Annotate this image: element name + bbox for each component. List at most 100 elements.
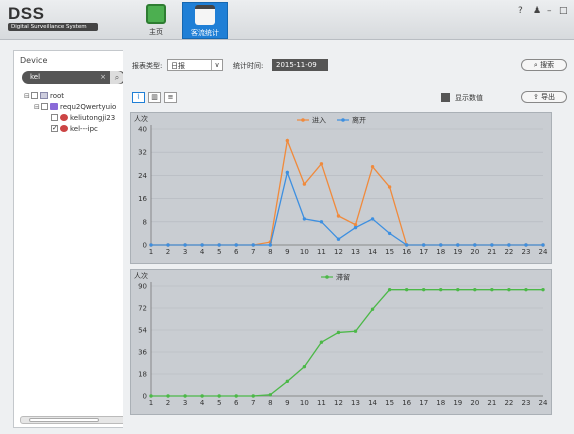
data-point xyxy=(490,243,494,247)
tab-people-counting[interactable]: 客流统计 xyxy=(182,2,228,39)
bar-chart-view-icon[interactable]: ▥ xyxy=(148,92,161,103)
report-type-select[interactable]: 日报 ∨ xyxy=(167,59,223,71)
tree-item-channel[interactable]: kel---ipc xyxy=(24,124,132,135)
data-point xyxy=(268,393,273,397)
help-icon[interactable]: ? xyxy=(518,6,523,16)
x-tick-label: 24 xyxy=(539,399,548,407)
x-tick-label: 12 xyxy=(334,399,343,407)
x-tick-label: 22 xyxy=(504,399,513,407)
data-point xyxy=(302,364,307,369)
people-counting-icon xyxy=(195,5,215,25)
scrollbar-thumb[interactable] xyxy=(29,418,99,422)
data-point xyxy=(166,394,170,398)
data-point xyxy=(353,329,358,333)
data-point xyxy=(524,287,528,292)
y-tick-label: 90 xyxy=(138,283,147,291)
tab-home-label: 主页 xyxy=(149,28,163,36)
x-tick-label: 17 xyxy=(419,248,428,256)
data-point xyxy=(285,170,290,175)
show-values-label: 显示数值 xyxy=(455,94,483,102)
data-point xyxy=(336,330,341,335)
date-input[interactable]: 2015-11-09 xyxy=(272,59,328,71)
clear-icon[interactable]: × xyxy=(100,73,106,81)
x-tick-label: 2 xyxy=(166,248,170,256)
x-tick-label: 12 xyxy=(334,248,343,256)
data-point xyxy=(251,243,255,247)
data-point xyxy=(336,237,341,241)
data-point xyxy=(149,394,153,398)
tree-checkbox[interactable] xyxy=(31,91,38,99)
tab-home[interactable]: 主页 xyxy=(133,2,179,39)
x-tick-label: 23 xyxy=(521,399,530,407)
search-icon[interactable]: ⌕ xyxy=(110,71,124,84)
table-view-icon[interactable]: ≡ xyxy=(164,92,177,103)
tree-checkbox-checked[interactable] xyxy=(51,124,58,134)
data-point xyxy=(319,220,324,224)
data-point xyxy=(217,394,221,398)
y-tick-label: 16 xyxy=(138,195,147,203)
data-point xyxy=(370,217,375,221)
x-tick-label: 14 xyxy=(368,399,377,407)
device-search-input[interactable]: kel × ⌕ xyxy=(22,71,126,84)
x-tick-label: 7 xyxy=(251,399,255,407)
data-point xyxy=(421,243,426,247)
series-line xyxy=(151,170,543,246)
data-point xyxy=(404,287,409,292)
data-point xyxy=(507,287,511,292)
tree-checkbox[interactable] xyxy=(51,113,58,121)
camera-icon xyxy=(60,113,68,121)
x-tick-label: 15 xyxy=(385,248,394,256)
home-icon xyxy=(146,4,166,24)
minimize-icon[interactable]: – xyxy=(547,6,552,16)
app-title: DSS xyxy=(8,4,45,23)
user-icon[interactable]: ♟ xyxy=(533,6,541,16)
horizontal-scrollbar[interactable] xyxy=(20,416,126,424)
data-point xyxy=(473,243,477,247)
legend-marker xyxy=(341,118,345,122)
report-type-value: 日报 xyxy=(171,62,185,70)
app-subtitle: Digital Surveillance System xyxy=(8,23,98,31)
y-tick-label: 18 xyxy=(138,371,147,379)
tree-item-device[interactable]: ⊟ requ2Qwertyuio xyxy=(24,102,132,113)
data-point xyxy=(387,185,392,189)
search-button[interactable]: ⌕ 搜索 xyxy=(521,59,567,71)
data-point xyxy=(507,243,511,247)
tree-item-channel[interactable]: keliutongji23 xyxy=(24,113,132,124)
tree-checkbox[interactable] xyxy=(41,102,48,110)
show-values-checkbox[interactable] xyxy=(441,93,450,102)
tree-item-root[interactable]: ⊟ root xyxy=(24,91,132,102)
export-button[interactable]: ⇪ 导出 xyxy=(521,91,567,103)
x-tick-label: 8 xyxy=(268,248,272,256)
x-tick-label: 23 xyxy=(521,248,530,256)
data-point xyxy=(404,243,409,247)
legend-label: 进入 xyxy=(312,117,326,125)
x-tick-label: 2 xyxy=(166,399,170,407)
maximize-icon[interactable]: □ xyxy=(559,6,568,16)
x-tick-label: 15 xyxy=(385,399,394,407)
x-tick-label: 4 xyxy=(200,248,205,256)
line-chart-view-icon[interactable]: ⌇ xyxy=(132,92,145,103)
collapse-icon[interactable]: ⊟ xyxy=(34,102,41,113)
y-tick-label: 0 xyxy=(143,242,147,250)
data-point xyxy=(490,287,494,292)
chart-svg: 人次018365472901 2 3 4 5 6 7 8 9 10 11 12 13 14 15 16 17 18… xyxy=(134,271,548,407)
collapse-icon[interactable]: ⊟ xyxy=(24,91,31,102)
data-point xyxy=(353,223,358,227)
x-tick-label: 11 xyxy=(317,399,326,407)
device-panel-header: Device xyxy=(20,56,48,65)
x-tick-label: 19 xyxy=(453,399,462,407)
x-tick-label: 4 xyxy=(200,399,205,407)
data-point xyxy=(439,243,443,247)
data-point xyxy=(370,165,375,169)
data-point xyxy=(268,243,273,247)
x-tick-label: 19 xyxy=(453,248,462,256)
x-tick-label: 10 xyxy=(300,399,309,407)
chevron-down-icon: ∨ xyxy=(211,60,222,70)
data-point xyxy=(456,243,460,247)
x-tick-label: 3 xyxy=(183,248,187,256)
y-tick-label: 54 xyxy=(138,327,147,335)
data-point xyxy=(251,394,255,398)
x-tick-label: 9 xyxy=(285,399,289,407)
device-icon xyxy=(50,102,58,110)
y-tick-label: 24 xyxy=(138,172,147,180)
